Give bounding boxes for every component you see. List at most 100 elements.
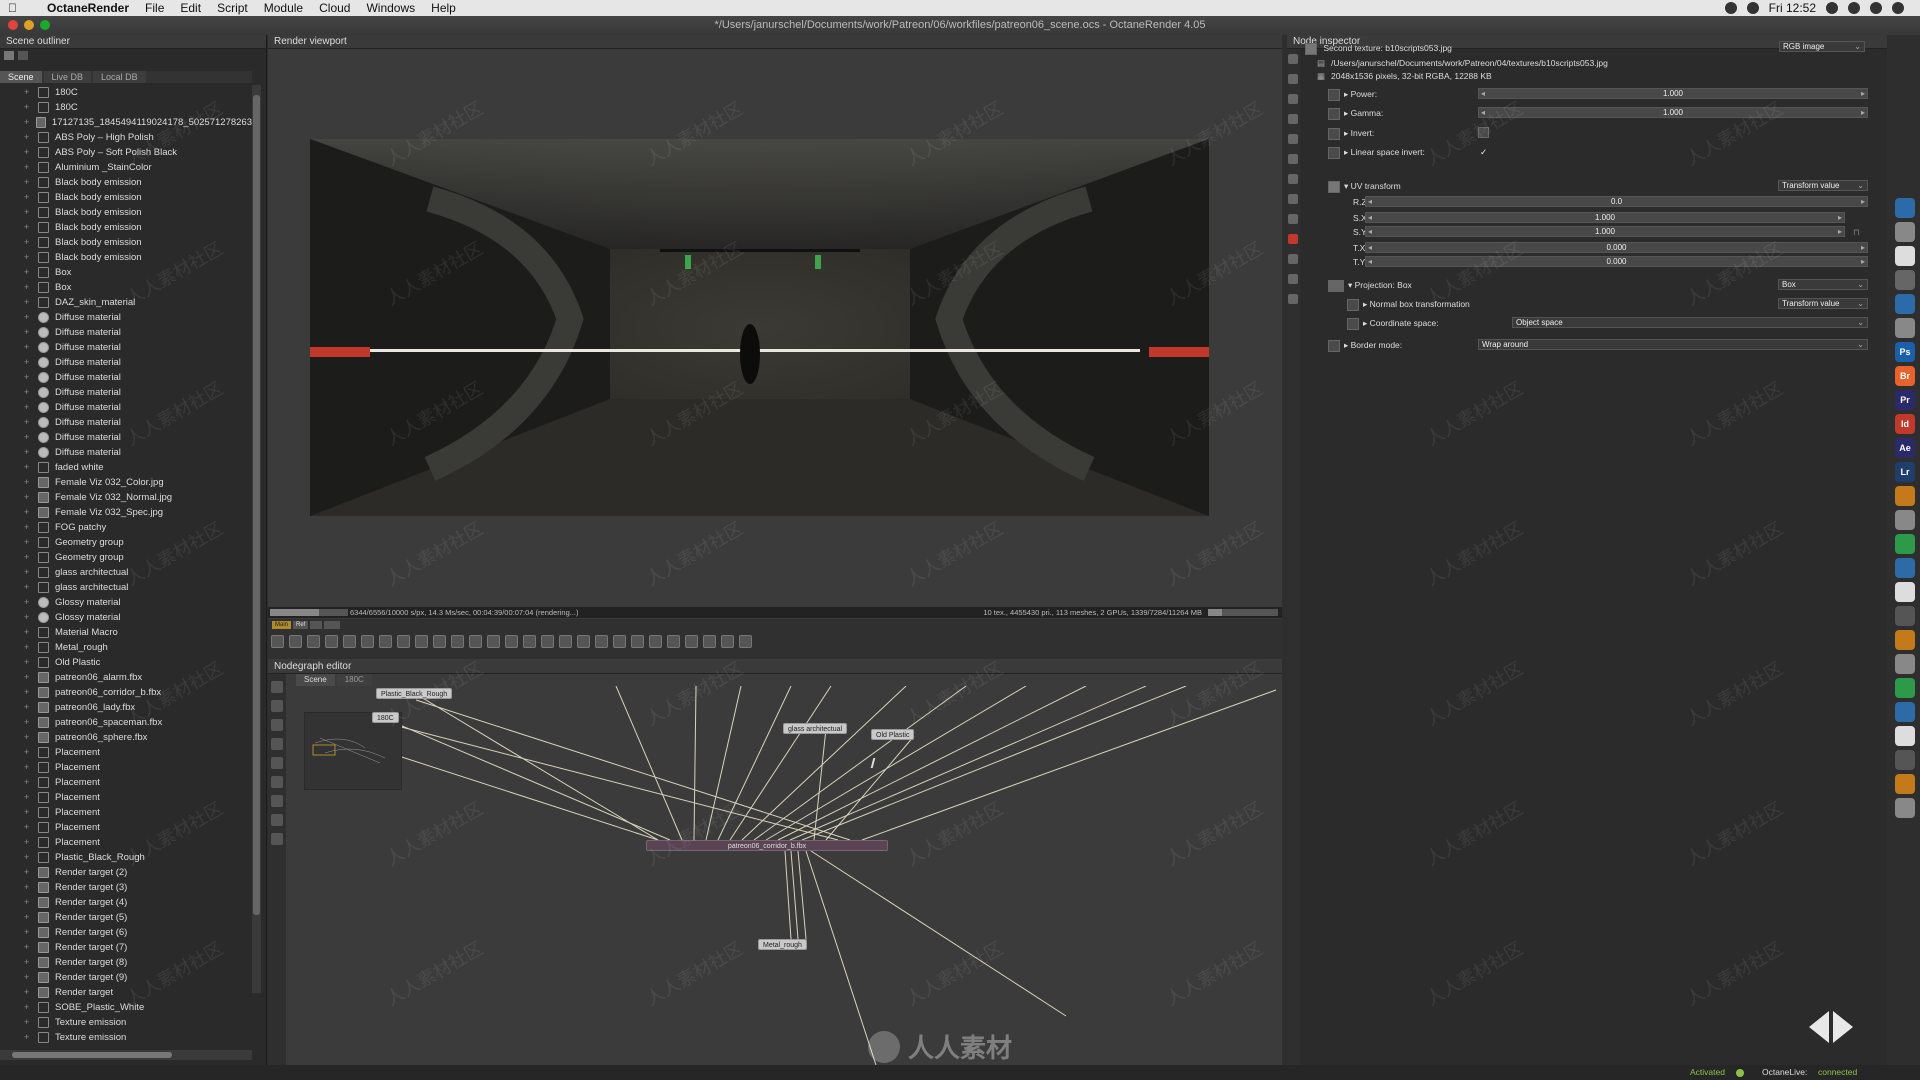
expand-icon[interactable]: +	[24, 1000, 34, 1015]
menu-help[interactable]: Help	[423, 1, 464, 15]
outliner-item[interactable]: + Geometry group	[0, 535, 252, 550]
cam-icon[interactable]	[271, 635, 284, 648]
add-node-icon[interactable]	[271, 681, 283, 693]
region-icon[interactable]	[433, 635, 446, 648]
outliner-item[interactable]: +180C	[0, 100, 252, 115]
power-slider[interactable]: ◂ 1.000 ▸	[1478, 88, 1868, 99]
outliner-item[interactable]: + Glossy material	[0, 595, 252, 610]
outliner-item[interactable]: + Placement	[0, 760, 252, 775]
zoom-icon[interactable]	[667, 635, 680, 648]
node-glass-architectual[interactable]: glass architectual	[783, 723, 848, 734]
expand-icon[interactable]: +	[24, 745, 34, 760]
clay-icon[interactable]	[613, 635, 626, 648]
outliner-item[interactable]: + Texture emission	[0, 1015, 252, 1030]
export-icon[interactable]	[577, 635, 590, 648]
dock-app-icon[interactable]	[1895, 318, 1915, 338]
dock-pr-icon[interactable]: Pr	[1895, 390, 1915, 410]
dock-app-icon[interactable]	[1895, 558, 1915, 578]
menu-windows[interactable]: Windows	[358, 1, 423, 15]
outliner-item[interactable]: + ABS Poly – Soft Polish Black	[0, 145, 252, 160]
linear-invert-checkbox[interactable]: ✓	[1480, 145, 1487, 159]
menu-script[interactable]: Script	[209, 1, 256, 15]
outliner-scroll-thumb[interactable]	[253, 95, 260, 915]
octanelive-status[interactable]: connected	[1818, 1065, 1857, 1080]
outliner-item[interactable]: + ABS Poly – High Polish	[0, 130, 252, 145]
compare-icon[interactable]	[631, 635, 644, 648]
expand-icon[interactable]: +	[24, 610, 34, 625]
expand-icon[interactable]: +	[24, 505, 34, 520]
outliner-item[interactable]: + patreon06_alarm.fbx	[0, 670, 252, 685]
pick-icon[interactable]	[469, 635, 482, 648]
dock-app-icon[interactable]	[1895, 654, 1915, 674]
outliner-item[interactable]: + Black body emission	[0, 220, 252, 235]
tx-slider[interactable]: ◂ 0.000 ▸	[1365, 242, 1868, 253]
outliner-item[interactable]: + Plastic_Black_Rough	[0, 850, 252, 865]
node-old-plastic[interactable]: Old Plastic	[871, 729, 915, 740]
lock-icon[interactable]	[397, 635, 410, 648]
expand-icon[interactable]: +	[24, 805, 34, 820]
expand-icon[interactable]: +	[24, 280, 34, 295]
expand-icon[interactable]: +	[24, 640, 34, 655]
zoom-window-icon[interactable]	[40, 20, 50, 30]
expand-icon[interactable]: +	[24, 160, 34, 175]
expand-icon[interactable]: +	[24, 670, 34, 685]
node-connection[interactable]	[784, 850, 792, 940]
projection-pin-icon[interactable]	[1328, 279, 1344, 292]
node-connection[interactable]	[693, 686, 697, 841]
notification-icon[interactable]	[1892, 2, 1904, 14]
outliner-item[interactable]: + Diffuse material	[0, 340, 252, 355]
dock-id-icon[interactable]: Id	[1895, 414, 1915, 434]
outliner-item[interactable]: + SOBE_Plastic_White	[0, 1000, 252, 1015]
dock-app-icon[interactable]	[1895, 270, 1915, 290]
expand-icon[interactable]: +	[24, 1015, 34, 1030]
outliner-item[interactable]: + Render target	[0, 985, 252, 1000]
expand-icon[interactable]: +	[24, 115, 32, 130]
dock-app-icon[interactable]	[1895, 606, 1915, 626]
border-mode-dropdown[interactable]: Wrap around ⌄	[1478, 339, 1868, 350]
outliner-item[interactable]: + Render target (6)	[0, 925, 252, 940]
outliner-hscrollbar[interactable]	[0, 1050, 252, 1060]
expand-icon[interactable]: +	[24, 595, 34, 610]
chip-3[interactable]	[310, 621, 323, 629]
menu-file[interactable]: File	[137, 1, 172, 15]
expand-icon[interactable]: +	[24, 835, 34, 850]
outliner-item[interactable]: + FOG patchy	[0, 520, 252, 535]
kernel-icon[interactable]	[1288, 134, 1298, 144]
minimize-window-icon[interactable]	[24, 20, 34, 30]
power-pin-icon[interactable]	[1328, 88, 1340, 101]
outliner-item[interactable]: + Aluminium _StainColor	[0, 160, 252, 175]
menu-edit[interactable]: Edit	[172, 1, 209, 15]
texture-type-dropdown[interactable]: RGB image ⌄	[1779, 41, 1865, 52]
tab-scene[interactable]: Scene	[0, 71, 42, 83]
expand-icon[interactable]: +	[24, 415, 34, 430]
expand-icon[interactable]: +	[24, 400, 34, 415]
dock-app-icon[interactable]	[1895, 678, 1915, 698]
outliner-scrollbar[interactable]	[252, 85, 261, 993]
fit-icon[interactable]	[721, 635, 734, 648]
save-icon[interactable]	[559, 635, 572, 648]
uv-transform-dropdown[interactable]: Transform value ⌄	[1778, 180, 1868, 191]
expand-icon[interactable]: +	[24, 325, 34, 340]
expand-icon[interactable]: +	[24, 715, 34, 730]
render-image[interactable]	[310, 139, 1209, 516]
outliner-item[interactable]: + Diffuse material	[0, 370, 252, 385]
node-metal-rough[interactable]: Metal_rough	[758, 939, 807, 950]
apple-icon[interactable]: 	[0, 1, 25, 15]
outliner-item[interactable]: + Placement	[0, 790, 252, 805]
expand-icon[interactable]: +	[24, 655, 34, 670]
outliner-item[interactable]: + DAZ_skin_material	[0, 295, 252, 310]
outliner-item[interactable]: + Placement	[0, 745, 252, 760]
grid-icon[interactable]	[415, 635, 428, 648]
outliner-item[interactable]: + patreon06_sphere.fbx	[0, 730, 252, 745]
expand-icon[interactable]: +	[24, 925, 34, 940]
node-connection[interactable]	[825, 735, 915, 841]
film-icon[interactable]	[541, 635, 554, 648]
outliner-item[interactable]: + Female Viz 032_Normal.jpg	[0, 490, 252, 505]
invert-pin-icon[interactable]	[1328, 127, 1340, 140]
node-connection[interactable]	[810, 850, 1067, 1017]
ref-chip[interactable]: Ref	[293, 621, 309, 629]
expand-icon[interactable]: +	[24, 85, 34, 100]
node-plastic-black-rough[interactable]: Plastic_Black_Rough	[376, 688, 453, 699]
node-connection[interactable]	[790, 850, 799, 940]
expand-icon[interactable]: +	[24, 385, 34, 400]
